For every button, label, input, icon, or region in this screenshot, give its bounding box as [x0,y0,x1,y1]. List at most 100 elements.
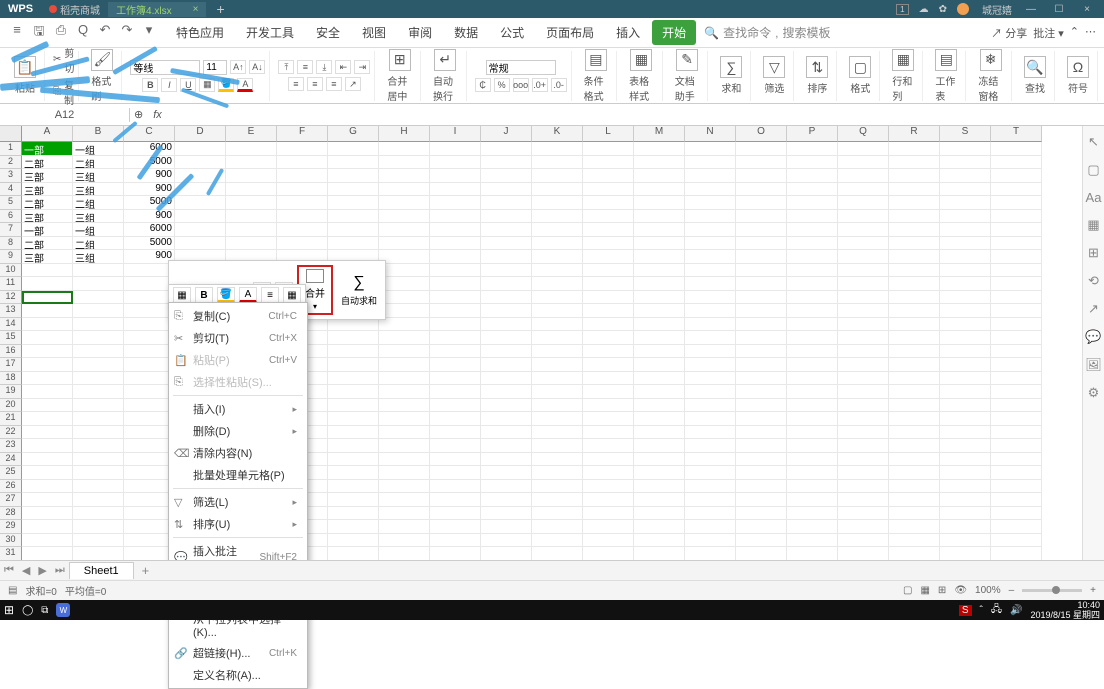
cell[interactable] [838,399,889,413]
cell[interactable] [379,520,430,534]
cell[interactable] [532,291,583,305]
cell[interactable] [583,358,634,372]
row-header-2[interactable]: 2 [0,156,22,170]
cell[interactable] [22,372,73,386]
cell[interactable] [328,453,379,467]
cell[interactable] [634,439,685,453]
cell[interactable] [532,466,583,480]
cell[interactable] [175,196,226,210]
username[interactable]: 城冠嬉 [982,2,1012,17]
cell[interactable] [634,534,685,548]
cell[interactable] [889,358,940,372]
cell[interactable]: 900 [124,169,175,183]
tab-store[interactable]: 稻壳商城 [41,2,108,17]
cell[interactable] [22,385,73,399]
cell[interactable] [379,277,430,291]
cell[interactable]: 三组 [73,210,124,224]
attr-panel-icon[interactable]: Aа [1086,190,1102,205]
cell[interactable] [532,196,583,210]
row-header-13[interactable]: 13 [0,304,22,318]
ctx-filter[interactable]: ▽筛选(L)▸ [169,491,307,513]
cell[interactable] [736,439,787,453]
cell[interactable] [940,466,991,480]
maximize-button[interactable]: ☐ [1050,4,1068,15]
cell[interactable] [940,331,991,345]
minimize-button[interactable]: — [1022,4,1040,15]
cell[interactable] [175,156,226,170]
cell[interactable] [532,412,583,426]
cell[interactable] [787,223,838,237]
cell[interactable] [787,426,838,440]
cell[interactable] [838,183,889,197]
cell[interactable] [379,480,430,494]
cell[interactable] [634,250,685,264]
cell[interactable] [685,372,736,386]
cell[interactable] [838,372,889,386]
cell[interactable] [226,156,277,170]
col-header-H[interactable]: H [379,126,430,142]
cell[interactable] [328,507,379,521]
cell[interactable] [940,439,991,453]
cell[interactable] [889,291,940,305]
cell[interactable] [379,426,430,440]
cell[interactable] [532,183,583,197]
cell[interactable] [328,480,379,494]
cell[interactable] [583,345,634,359]
input-method-icon[interactable]: S [959,605,972,616]
cell[interactable] [940,520,991,534]
cell[interactable] [634,169,685,183]
cell[interactable] [736,358,787,372]
sheet-nav-last[interactable]: ⏭ [51,564,69,577]
cell[interactable] [73,493,124,507]
cell[interactable]: 三部 [22,250,73,264]
cell[interactable] [787,196,838,210]
cell[interactable] [889,250,940,264]
cell[interactable] [685,223,736,237]
border-button[interactable]: ▦ [199,78,215,92]
cell[interactable] [889,331,940,345]
cell[interactable] [736,385,787,399]
cell[interactable] [328,547,379,561]
cell[interactable] [736,412,787,426]
cell[interactable] [940,358,991,372]
cell[interactable]: 5000 [124,237,175,251]
cell[interactable] [73,507,124,521]
cell[interactable] [430,318,481,332]
find-button[interactable]: 🔍查找 [1020,56,1050,95]
cell[interactable] [838,210,889,224]
cell[interactable] [787,480,838,494]
cell[interactable] [73,480,124,494]
cell[interactable] [787,412,838,426]
cell[interactable] [889,210,940,224]
font-select[interactable] [130,60,200,75]
cell[interactable] [736,466,787,480]
cell[interactable] [838,318,889,332]
cell[interactable] [379,291,430,305]
cell[interactable] [430,399,481,413]
cell[interactable] [787,169,838,183]
row-header-15[interactable]: 15 [0,331,22,345]
cell[interactable] [328,439,379,453]
menu-审阅[interactable]: 审阅 [398,20,442,45]
share-button[interactable]: ↗ 分享 [991,25,1027,41]
cell[interactable] [583,183,634,197]
cell[interactable] [22,345,73,359]
cell[interactable] [736,142,787,156]
cell[interactable] [481,372,532,386]
cell[interactable] [838,264,889,278]
preview-icon[interactable]: Q [74,22,92,44]
tray-up-icon[interactable]: ˆ [980,605,983,616]
cell[interactable] [22,493,73,507]
cell[interactable] [685,156,736,170]
cell[interactable] [73,304,124,318]
cell[interactable] [532,223,583,237]
cell[interactable] [685,237,736,251]
cell[interactable] [430,183,481,197]
cell[interactable] [328,345,379,359]
align-mid-icon[interactable]: ≡ [297,60,313,74]
cell[interactable] [22,480,73,494]
cell[interactable] [940,345,991,359]
cell[interactable] [991,210,1042,224]
cell[interactable] [430,291,481,305]
cell[interactable] [838,480,889,494]
